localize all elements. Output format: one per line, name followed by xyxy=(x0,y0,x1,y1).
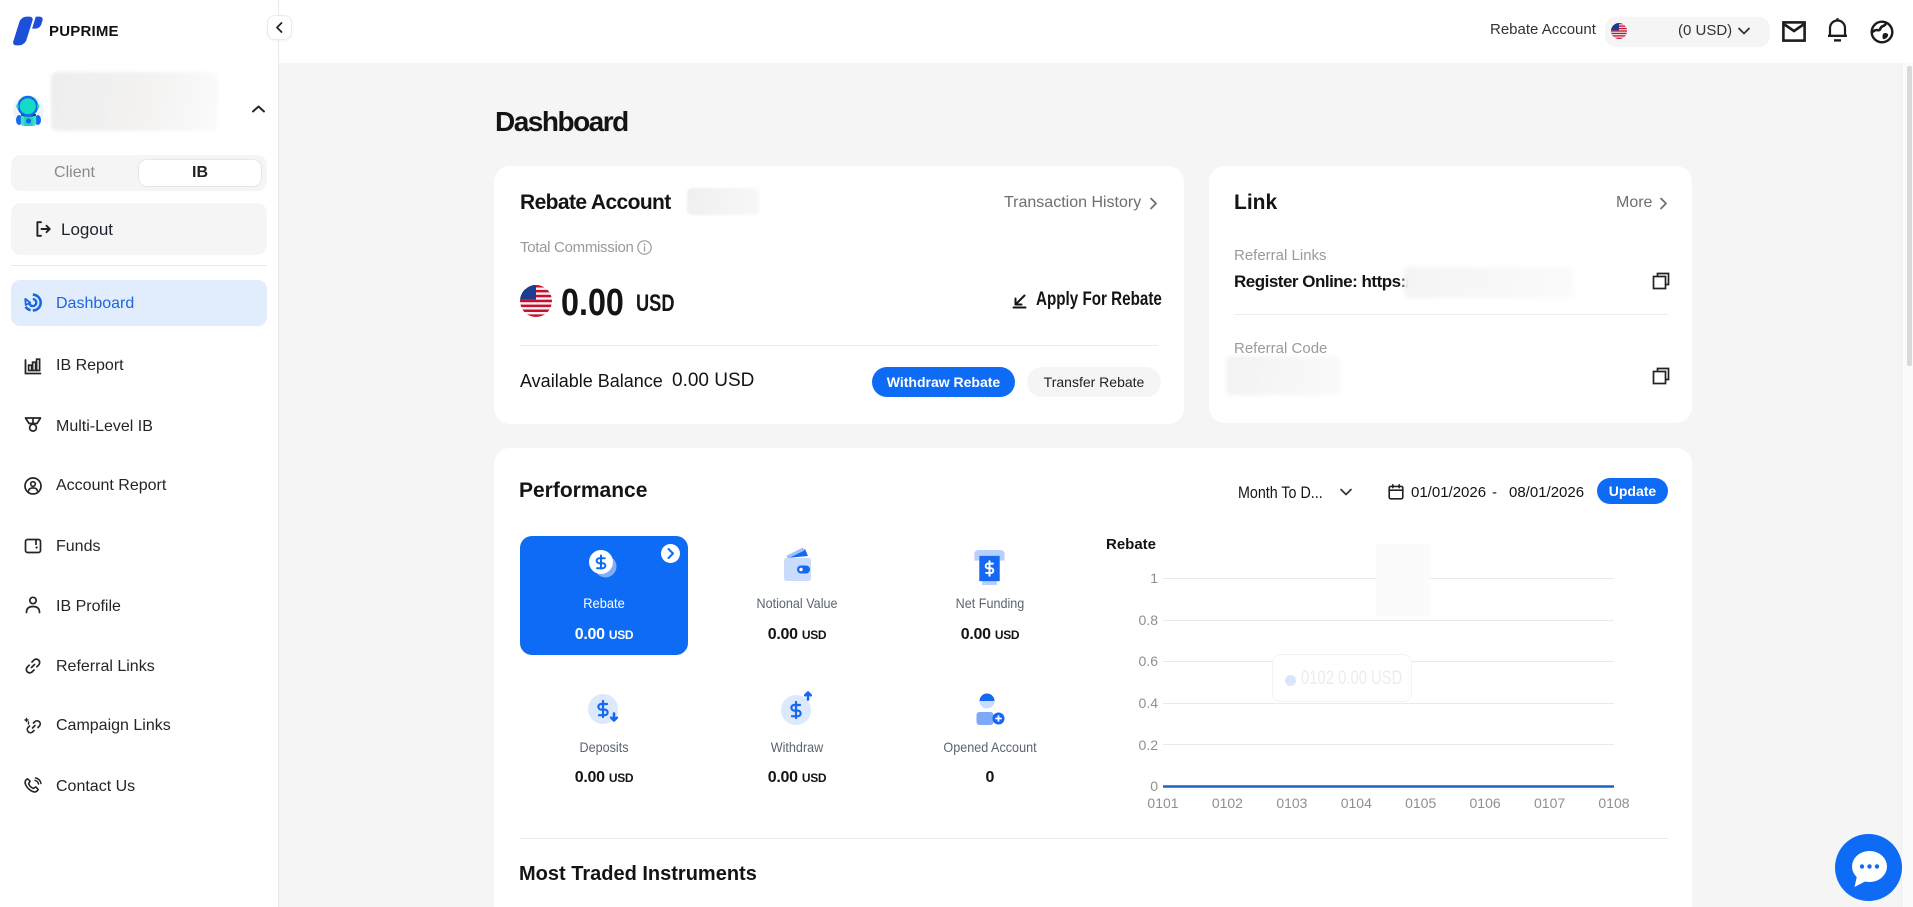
svg-text:0101: 0101 xyxy=(1147,795,1178,811)
svg-text:0.2: 0.2 xyxy=(1139,737,1159,753)
svg-text:0108: 0108 xyxy=(1598,795,1629,811)
svg-text:0105: 0105 xyxy=(1405,795,1436,811)
svg-text:0.6: 0.6 xyxy=(1139,653,1159,669)
svg-text:1: 1 xyxy=(1150,570,1158,586)
svg-text:0102: 0102 xyxy=(1212,795,1243,811)
svg-text:0104: 0104 xyxy=(1341,795,1372,811)
svg-text:0.4: 0.4 xyxy=(1139,695,1159,711)
svg-text:0.8: 0.8 xyxy=(1139,612,1159,628)
svg-text:0: 0 xyxy=(1150,778,1158,794)
svg-text:0103: 0103 xyxy=(1276,795,1307,811)
svg-text:0106: 0106 xyxy=(1470,795,1501,811)
svg-text:0107: 0107 xyxy=(1534,795,1565,811)
